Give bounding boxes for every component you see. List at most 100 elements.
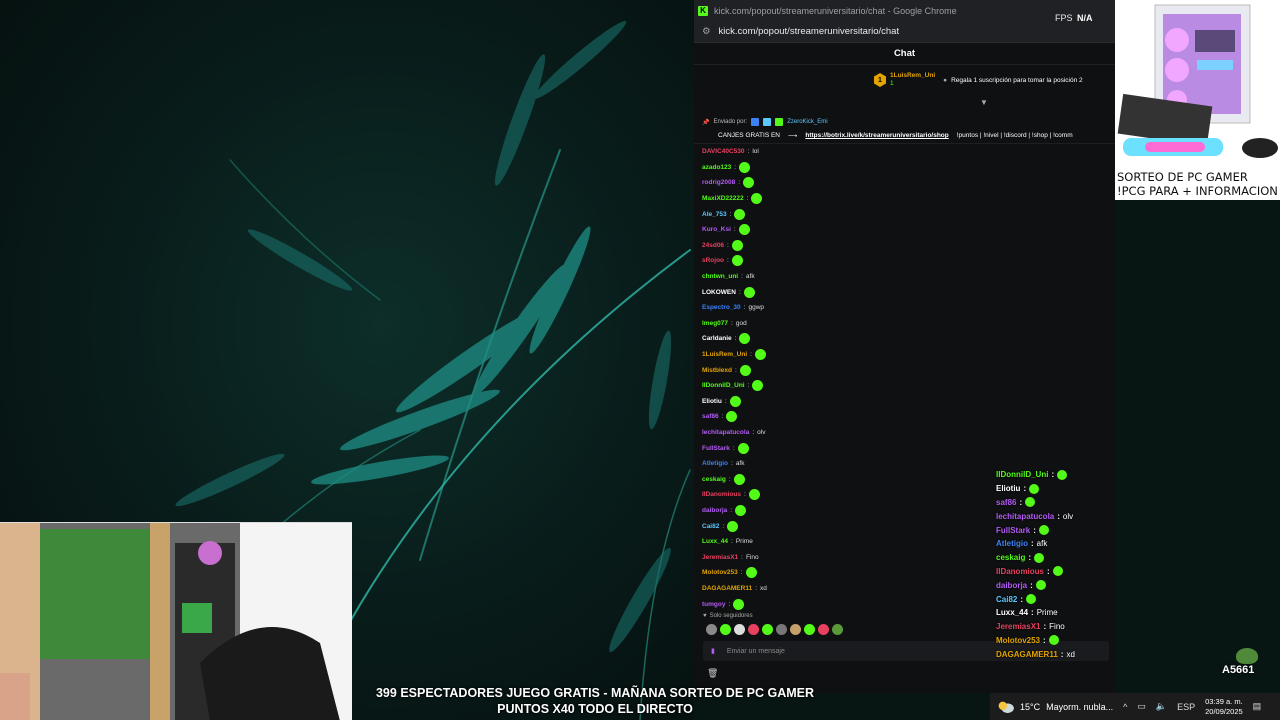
overlay-message: Cai82: [996, 592, 1266, 606]
chat-username[interactable]: Ale_753 [702, 211, 727, 218]
chat-username[interactable]: lechitapatucola [702, 429, 749, 436]
separator: : [730, 506, 733, 514]
overlay-message: saf86: [996, 496, 1266, 510]
site-settings-icon[interactable]: ⚙ [702, 26, 711, 37]
chat-username[interactable]: Eliotiu [702, 398, 722, 405]
chat-text: olv [1062, 511, 1074, 521]
chat-username[interactable]: JeremiasX1 [996, 622, 1040, 631]
chat-username[interactable]: DAGAGAMER11 [702, 585, 752, 592]
network-icon[interactable]: ▭ [1137, 701, 1146, 712]
chat-username[interactable]: Eliotiu [996, 484, 1020, 493]
emote-icon [734, 208, 746, 220]
chat-username[interactable]: MaxiXD22222 [702, 195, 744, 202]
chat-username[interactable]: daiborja [996, 581, 1027, 590]
address-bar[interactable]: ⚙ kick.com/popout/streameruniversitario/… [694, 21, 1115, 43]
separator: : [755, 584, 758, 592]
chat-username[interactable]: 24sd06 [702, 242, 724, 249]
chat-username[interactable]: ceskaig [702, 476, 726, 483]
chat-username[interactable]: FullStark [702, 445, 730, 452]
frog-mascot-icon [1236, 648, 1258, 664]
pc-giveaway-panel: SORTEO DE PC GAMER !PCG PARA + INFORMACI… [1115, 0, 1280, 200]
chat-username[interactable]: FullStark [996, 526, 1030, 535]
info-icon: ● [943, 76, 948, 84]
emote-icon[interactable] [804, 624, 815, 635]
chat-username[interactable]: IIDanomious [702, 491, 741, 498]
chat-username[interactable]: Cai82 [996, 595, 1017, 604]
chat-username[interactable]: azado123 [702, 164, 731, 171]
chat-username[interactable]: Luxx_44 [702, 538, 728, 545]
weather-icon[interactable] [998, 700, 1014, 713]
emote-icon[interactable] [734, 624, 745, 635]
chat-username[interactable]: Espectro_30 [702, 304, 741, 311]
quick-emote-bar[interactable] [706, 624, 843, 635]
separator: : [752, 428, 755, 436]
emote-icon[interactable] [818, 624, 829, 635]
chat-username[interactable]: Cai82 [702, 523, 719, 530]
chat-username[interactable]: IIDonnilD_Uni [702, 382, 745, 389]
chat-username[interactable]: ceskaig [996, 553, 1025, 562]
chat-username[interactable]: DAGAGAMER11 [996, 650, 1058, 659]
url-text[interactable]: kick.com/popout/streameruniversitario/ch… [719, 26, 900, 37]
emote-icon[interactable] [720, 624, 731, 635]
chat-username[interactable]: lmeg077 [702, 320, 728, 327]
emote-icon [743, 286, 755, 298]
sent-by-user[interactable]: ZzeroKick_Emi [787, 119, 827, 125]
emote-icon[interactable] [706, 624, 717, 635]
chat-username[interactable]: Molotov253 [996, 636, 1040, 645]
chat-username[interactable]: LOKOWEN [702, 289, 736, 296]
separator: : [1057, 511, 1060, 521]
weather-text[interactable]: Mayorm. nubla... [1046, 702, 1113, 712]
emote-icon[interactable] [832, 624, 843, 635]
rank-badge: 1 [874, 73, 886, 87]
chat-username[interactable]: Mistblexd [702, 367, 732, 374]
separator: : [734, 335, 737, 343]
chat-username[interactable]: saf86 [702, 413, 719, 420]
chat-username[interactable]: chntwn_uni [702, 273, 738, 280]
pinned-link[interactable]: https://botrix.live/k/streameruniversita… [805, 132, 948, 139]
temperature[interactable]: 15°C [1020, 702, 1040, 712]
sub-gift-leaderboard[interactable]: 1 1LuisRem_Uni 1 ● Regala 1 suscripción … [874, 72, 1083, 88]
notifications-icon[interactable]: ▤ [1253, 701, 1262, 712]
chat-username[interactable]: daiborja [702, 507, 727, 514]
webcam-scene [0, 523, 352, 720]
emote-icon [1035, 580, 1046, 591]
stream-ticker: 399 ESPECTADORES JUEGO GRATIS - MAÑANA S… [352, 686, 838, 717]
chat-username[interactable]: rodrig2008 [702, 179, 735, 186]
chat-username[interactable]: JeremiasX1 [702, 554, 738, 561]
chat-username[interactable]: lechitapatucola [996, 512, 1054, 521]
chat-username[interactable]: Molotov253 [702, 569, 738, 576]
microphone-icon[interactable]: ▮ [711, 647, 715, 655]
chat-text: Prime [735, 538, 753, 546]
emote-icon[interactable] [790, 624, 801, 635]
chat-username[interactable]: Kuro_Ksi [702, 226, 731, 233]
pin-icon: 📌 [702, 119, 710, 126]
volume-icon[interactable]: 🔈 [1156, 701, 1167, 712]
chat-message: azado123: [702, 160, 1102, 176]
emote-icon[interactable] [748, 624, 759, 635]
chat-username[interactable]: Atletigio [996, 539, 1028, 548]
chevron-up-icon[interactable]: ^ [1123, 702, 1127, 712]
chat-username[interactable]: IIDanomious [996, 567, 1044, 576]
chat-text: xd [1066, 649, 1075, 659]
chat-username[interactable]: DAVIC40C530 [702, 148, 745, 155]
trash-icon[interactable]: 🗑 [707, 668, 718, 679]
chat-username[interactable]: Luxx_44 [996, 608, 1028, 617]
emote-icon [738, 224, 750, 236]
language-indicator[interactable]: ESP [1177, 702, 1195, 712]
chat-username[interactable]: sRojoo [702, 257, 724, 264]
separator: : [731, 538, 733, 546]
chat-message: Eliotiu: [702, 394, 1102, 410]
chat-username[interactable]: Carldanie [702, 335, 732, 342]
expand-chevron-icon[interactable]: ▼ [980, 98, 988, 107]
clock[interactable]: 03:39 a. m. 20/09/2025 [1205, 697, 1243, 717]
chat-username[interactable]: tumgoy [702, 601, 725, 608]
fps-label: FPS [1055, 13, 1073, 23]
separator: : [731, 460, 733, 468]
emote-icon[interactable] [776, 624, 787, 635]
emote-icon[interactable] [762, 624, 773, 635]
chat-username[interactable]: saf86 [996, 498, 1016, 507]
chat-username[interactable]: IIDonnilD_Uni [996, 470, 1048, 479]
chat-username[interactable]: Atletigio [702, 460, 728, 467]
chat-username[interactable]: 1LuisRem_Uni [702, 351, 747, 358]
chat-input-placeholder[interactable]: Enviar un mensaje [727, 648, 785, 655]
